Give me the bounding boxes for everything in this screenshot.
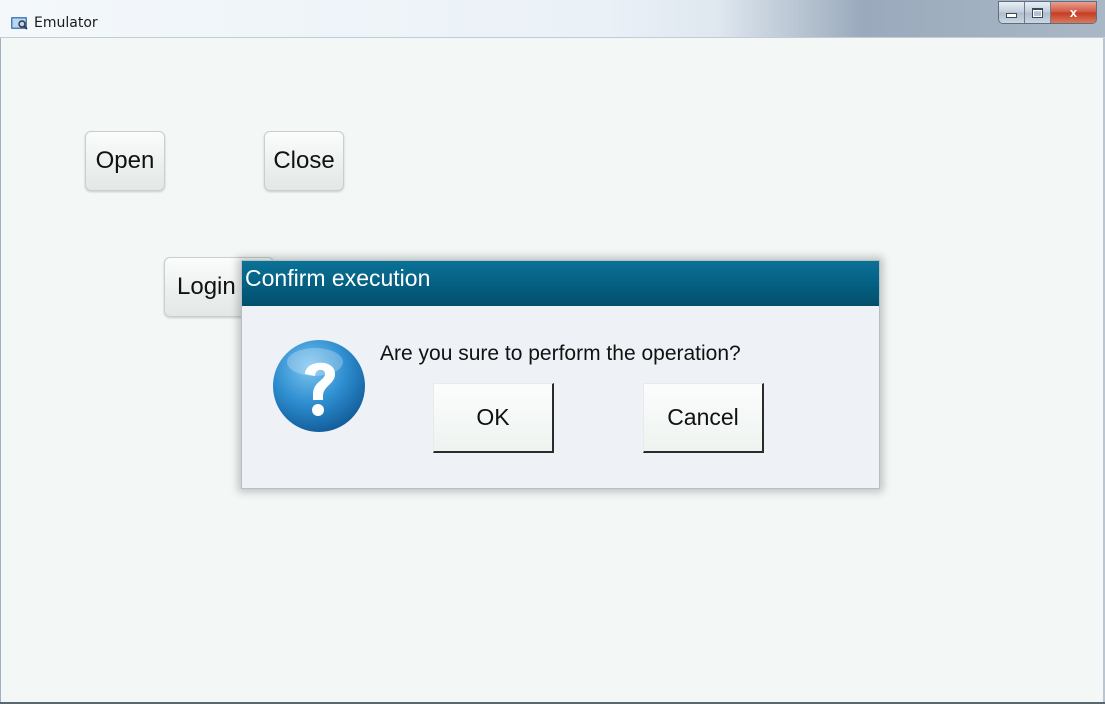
minimize-button[interactable] [999,2,1025,23]
window-controls: x [998,1,1097,24]
window-title: Emulator [34,15,98,31]
confirm-dialog: Confirm execution Are you sure to perfor… [241,260,880,489]
close-window-button[interactable]: x [1051,2,1096,23]
question-icon [273,340,365,432]
close-button[interactable]: Close [264,131,344,191]
magnifier-app-icon [11,17,28,30]
ok-button[interactable]: OK [433,383,554,453]
open-button[interactable]: Open [85,131,165,191]
dialog-message: Are you sure to perform the operation? [380,342,741,365]
maximize-icon [1032,7,1043,18]
dialog-title[interactable]: Confirm execution [242,261,879,306]
close-icon: x [1069,5,1078,20]
cancel-button[interactable]: Cancel [643,383,764,453]
maximize-button[interactable] [1025,2,1051,23]
minimize-icon [1006,13,1017,18]
window-titlebar[interactable]: Emulator x [0,0,1105,38]
window-frame-left [0,38,9,704]
